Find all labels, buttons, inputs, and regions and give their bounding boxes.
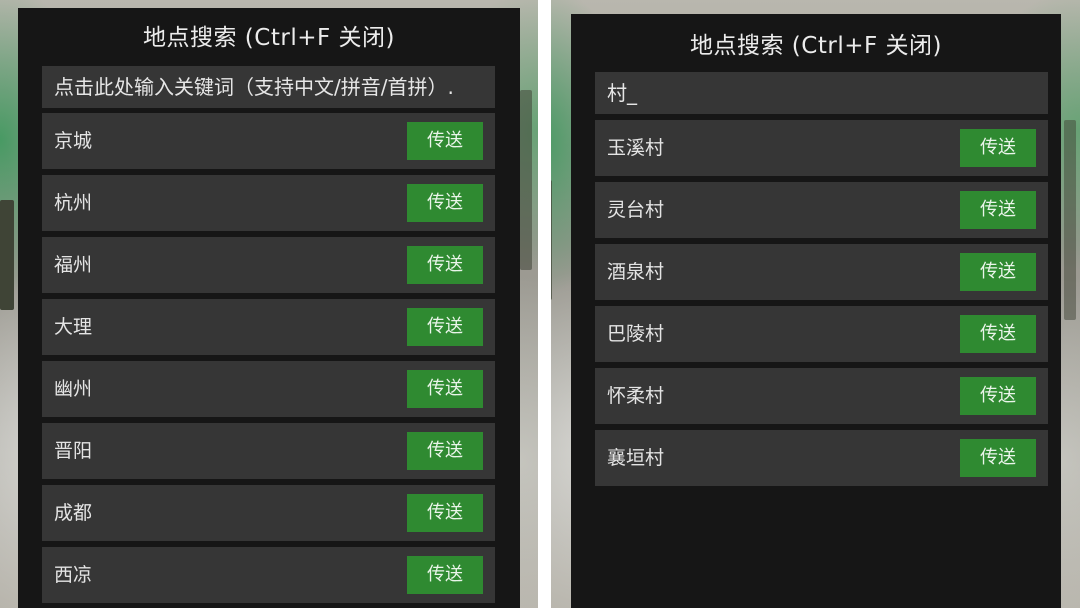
location-row: 西凉 传送	[42, 547, 495, 603]
location-row: 巴陵村 传送	[595, 306, 1048, 362]
location-name: 怀柔村	[607, 385, 665, 407]
location-name: 成都	[54, 502, 93, 524]
search-input[interactable]: 村_	[595, 72, 1048, 114]
location-row: 福州 传送	[42, 237, 495, 293]
location-name: 西凉	[54, 564, 93, 586]
location-row: 杭州 传送	[42, 175, 495, 231]
location-name: 襄垣村	[607, 447, 665, 469]
tree-branch	[1064, 120, 1076, 320]
location-row: 襄垣村 传送	[595, 430, 1048, 486]
location-search-panel: 地点搜索 (Ctrl+F 关闭) 点击此处输入关键词（支持中文/拼音/首拼）. …	[18, 8, 520, 608]
location-name: 巴陵村	[607, 323, 665, 345]
teleport-button[interactable]: 传送	[407, 184, 483, 222]
panel-title: 地点搜索 (Ctrl+F 关闭)	[690, 33, 942, 59]
location-name: 灵台村	[607, 199, 665, 221]
location-row: 灵台村 传送	[595, 182, 1048, 238]
teleport-button[interactable]: 传送	[960, 377, 1036, 415]
left-screenshot: 地点搜索 (Ctrl+F 关闭) 点击此处输入关键词（支持中文/拼音/首拼）. …	[0, 0, 540, 608]
location-row: 成都 传送	[42, 485, 495, 541]
game-screen: 地点搜索 (Ctrl+F 关闭) 点击此处输入关键词（支持中文/拼音/首拼）. …	[0, 0, 1080, 608]
location-name: 酒泉村	[607, 261, 665, 283]
location-row: 京城 传送	[42, 113, 495, 169]
teleport-button[interactable]: 传送	[960, 315, 1036, 353]
location-row: 怀柔村 传送	[595, 368, 1048, 424]
location-name: 晋阳	[54, 440, 93, 462]
teleport-button[interactable]: 传送	[407, 556, 483, 594]
teleport-button[interactable]: 传送	[407, 370, 483, 408]
search-input[interactable]: 点击此处输入关键词（支持中文/拼音/首拼）.	[42, 66, 495, 108]
location-name: 幽州	[54, 378, 93, 400]
location-name: 玉溪村	[607, 137, 665, 159]
location-row: 大理 传送	[42, 299, 495, 355]
tree-trunk	[0, 200, 14, 310]
image-divider	[538, 0, 551, 608]
location-row: 晋阳 传送	[42, 423, 495, 479]
teleport-button[interactable]: 传送	[960, 191, 1036, 229]
location-search-panel: 地点搜索 (Ctrl+F 关闭) 村_ 玉溪村 传送 灵台村 传送 酒泉村 传送…	[571, 14, 1061, 608]
teleport-button[interactable]: 传送	[407, 122, 483, 160]
tree-branch	[520, 90, 532, 270]
location-row: 酒泉村 传送	[595, 244, 1048, 300]
teleport-button[interactable]: 传送	[407, 246, 483, 284]
location-name: 杭州	[54, 192, 93, 214]
location-row: 玉溪村 传送	[595, 120, 1048, 176]
location-name: 京城	[54, 130, 93, 152]
panel-title: 地点搜索 (Ctrl+F 关闭)	[143, 25, 395, 51]
right-screenshot: 地点搜索 (Ctrl+F 关闭) 村_ 玉溪村 传送 灵台村 传送 酒泉村 传送…	[540, 0, 1080, 608]
teleport-button[interactable]: 传送	[960, 439, 1036, 477]
location-name: 福州	[54, 254, 93, 276]
teleport-button[interactable]: 传送	[960, 129, 1036, 167]
location-row: 幽州 传送	[42, 361, 495, 417]
teleport-button[interactable]: 传送	[960, 253, 1036, 291]
location-name: 大理	[54, 316, 93, 338]
teleport-button[interactable]: 传送	[407, 494, 483, 532]
teleport-button[interactable]: 传送	[407, 432, 483, 470]
teleport-button[interactable]: 传送	[407, 308, 483, 346]
